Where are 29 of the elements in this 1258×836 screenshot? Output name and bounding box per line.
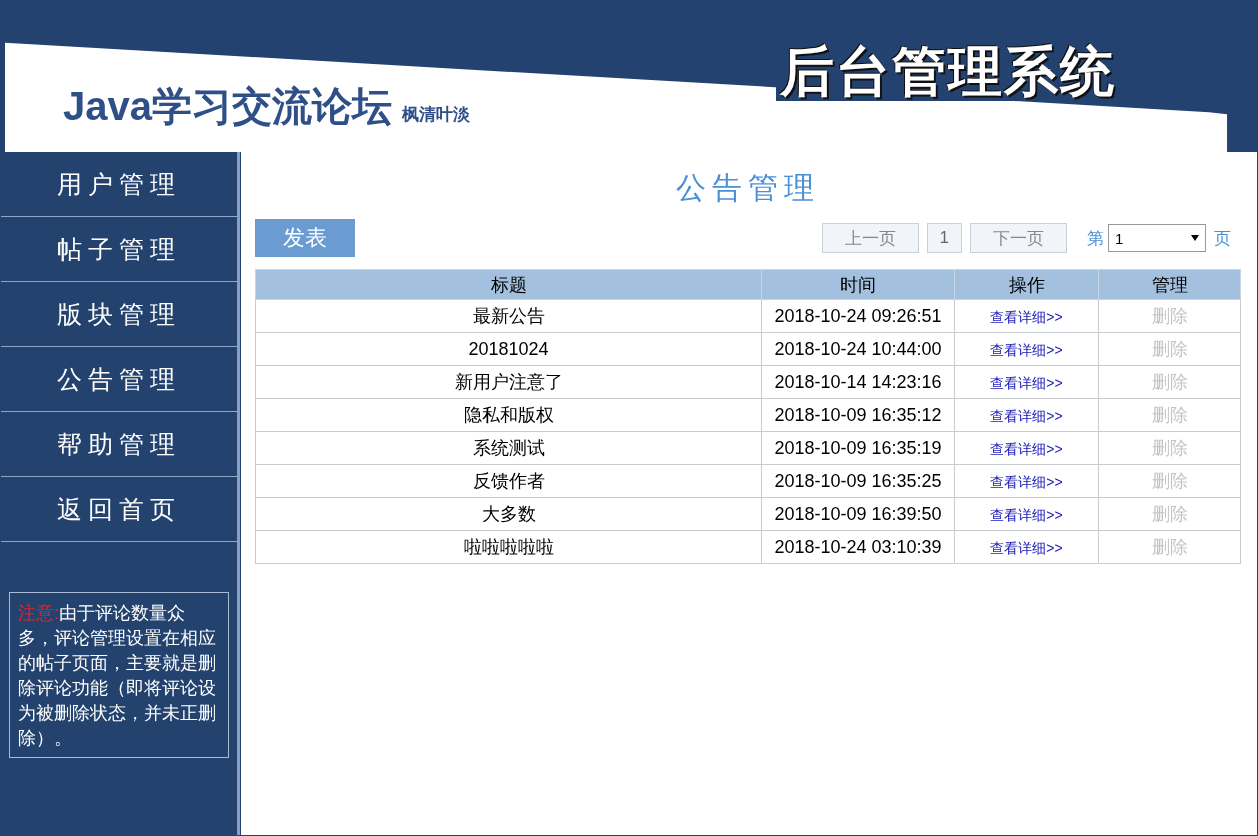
table-cell: 2018-10-09 16:39:50 xyxy=(761,497,955,531)
table-cell: 2018-10-14 14:23:16 xyxy=(761,365,955,399)
page-prefix: 第 xyxy=(1087,227,1104,250)
page-select[interactable]: 1 xyxy=(1108,224,1206,252)
site-title: Java学习交流论坛 xyxy=(63,83,392,130)
table-cell: 最新公告 xyxy=(255,299,762,333)
note-text: 注意:由于评论数量众多，评论管理设置在相应的帖子页面，主要就是删除评论功能（即将评论设为被删除状态，并未正删除）。 xyxy=(18,602,217,750)
site-subtitle: 枫清叶淡 xyxy=(402,104,470,126)
table-cell: 2018-10-09 16:35:25 xyxy=(761,464,955,498)
table-cell: 隐私和版权 xyxy=(255,398,762,432)
dropdown-caret-icon xyxy=(1191,235,1199,241)
page-title: 公告管理 xyxy=(675,170,821,206)
table-cell: 啦啦啦啦啦 xyxy=(255,530,762,564)
table-cell: 2018-10-24 10:44:00 xyxy=(761,332,955,366)
table-cell: 系统测试 xyxy=(255,431,762,465)
current-page: 1 xyxy=(926,223,962,253)
table-cell: 大多数 xyxy=(255,497,762,531)
column-header: 操作 xyxy=(954,269,1099,300)
column-header: 时间 xyxy=(761,269,955,300)
table-cell: 反馈作者 xyxy=(255,464,762,498)
column-header: 标题 xyxy=(255,269,762,300)
table-cell: 2018-10-09 16:35:19 xyxy=(761,431,955,465)
column-header: 管理 xyxy=(1098,269,1241,300)
page-suffix: 页 xyxy=(1214,227,1231,250)
table-cell: 2018-10-24 03:10:39 xyxy=(761,530,955,564)
table-cell: 2018-10-09 16:35:12 xyxy=(761,398,955,432)
table-cell: 20181024 xyxy=(255,332,762,366)
table-cell: 2018-10-24 09:26:51 xyxy=(761,299,955,333)
table-cell: 新用户注意了 xyxy=(255,365,762,399)
